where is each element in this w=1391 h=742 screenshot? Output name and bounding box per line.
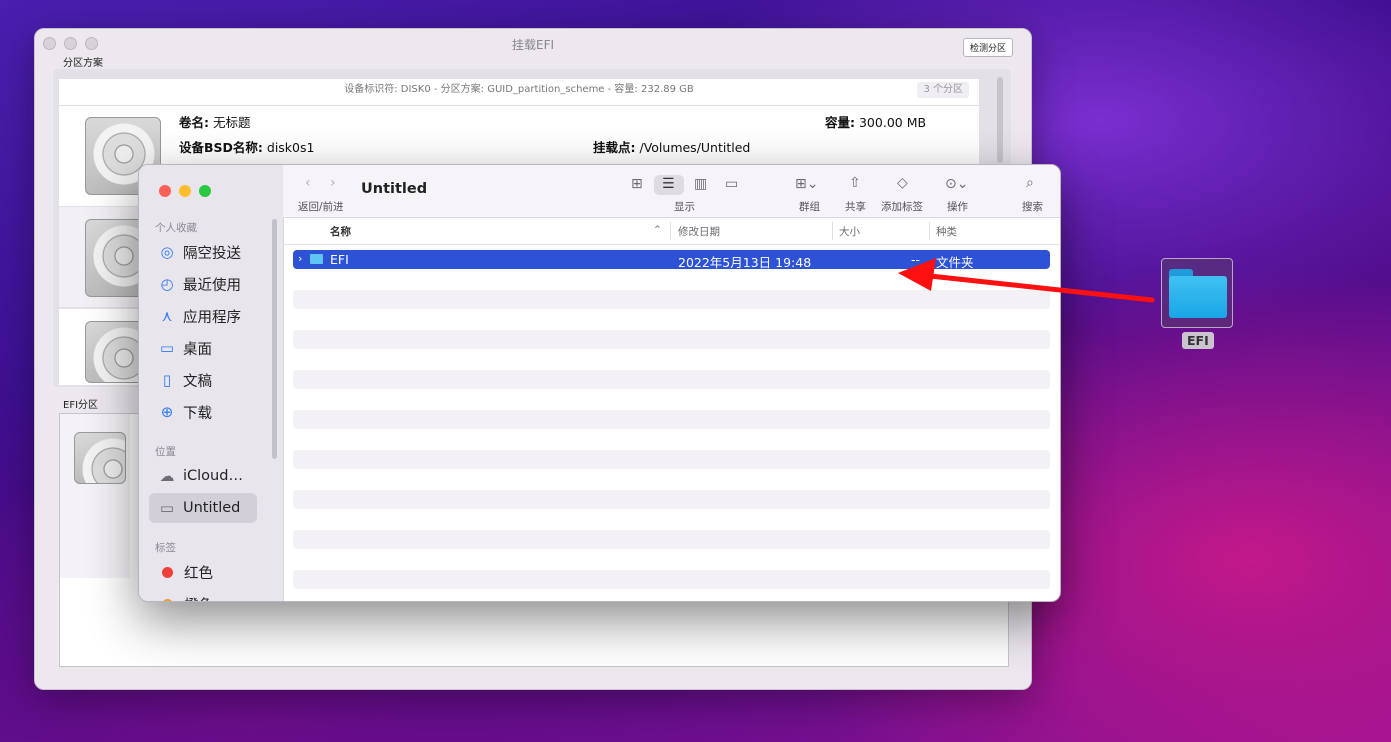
annotation-arrow	[898, 258, 1155, 303]
folder-icon	[1169, 276, 1227, 318]
desktop-folder-efi[interactable]	[1161, 258, 1233, 328]
desktop-icon-label[interactable]: EFI	[1182, 332, 1214, 349]
